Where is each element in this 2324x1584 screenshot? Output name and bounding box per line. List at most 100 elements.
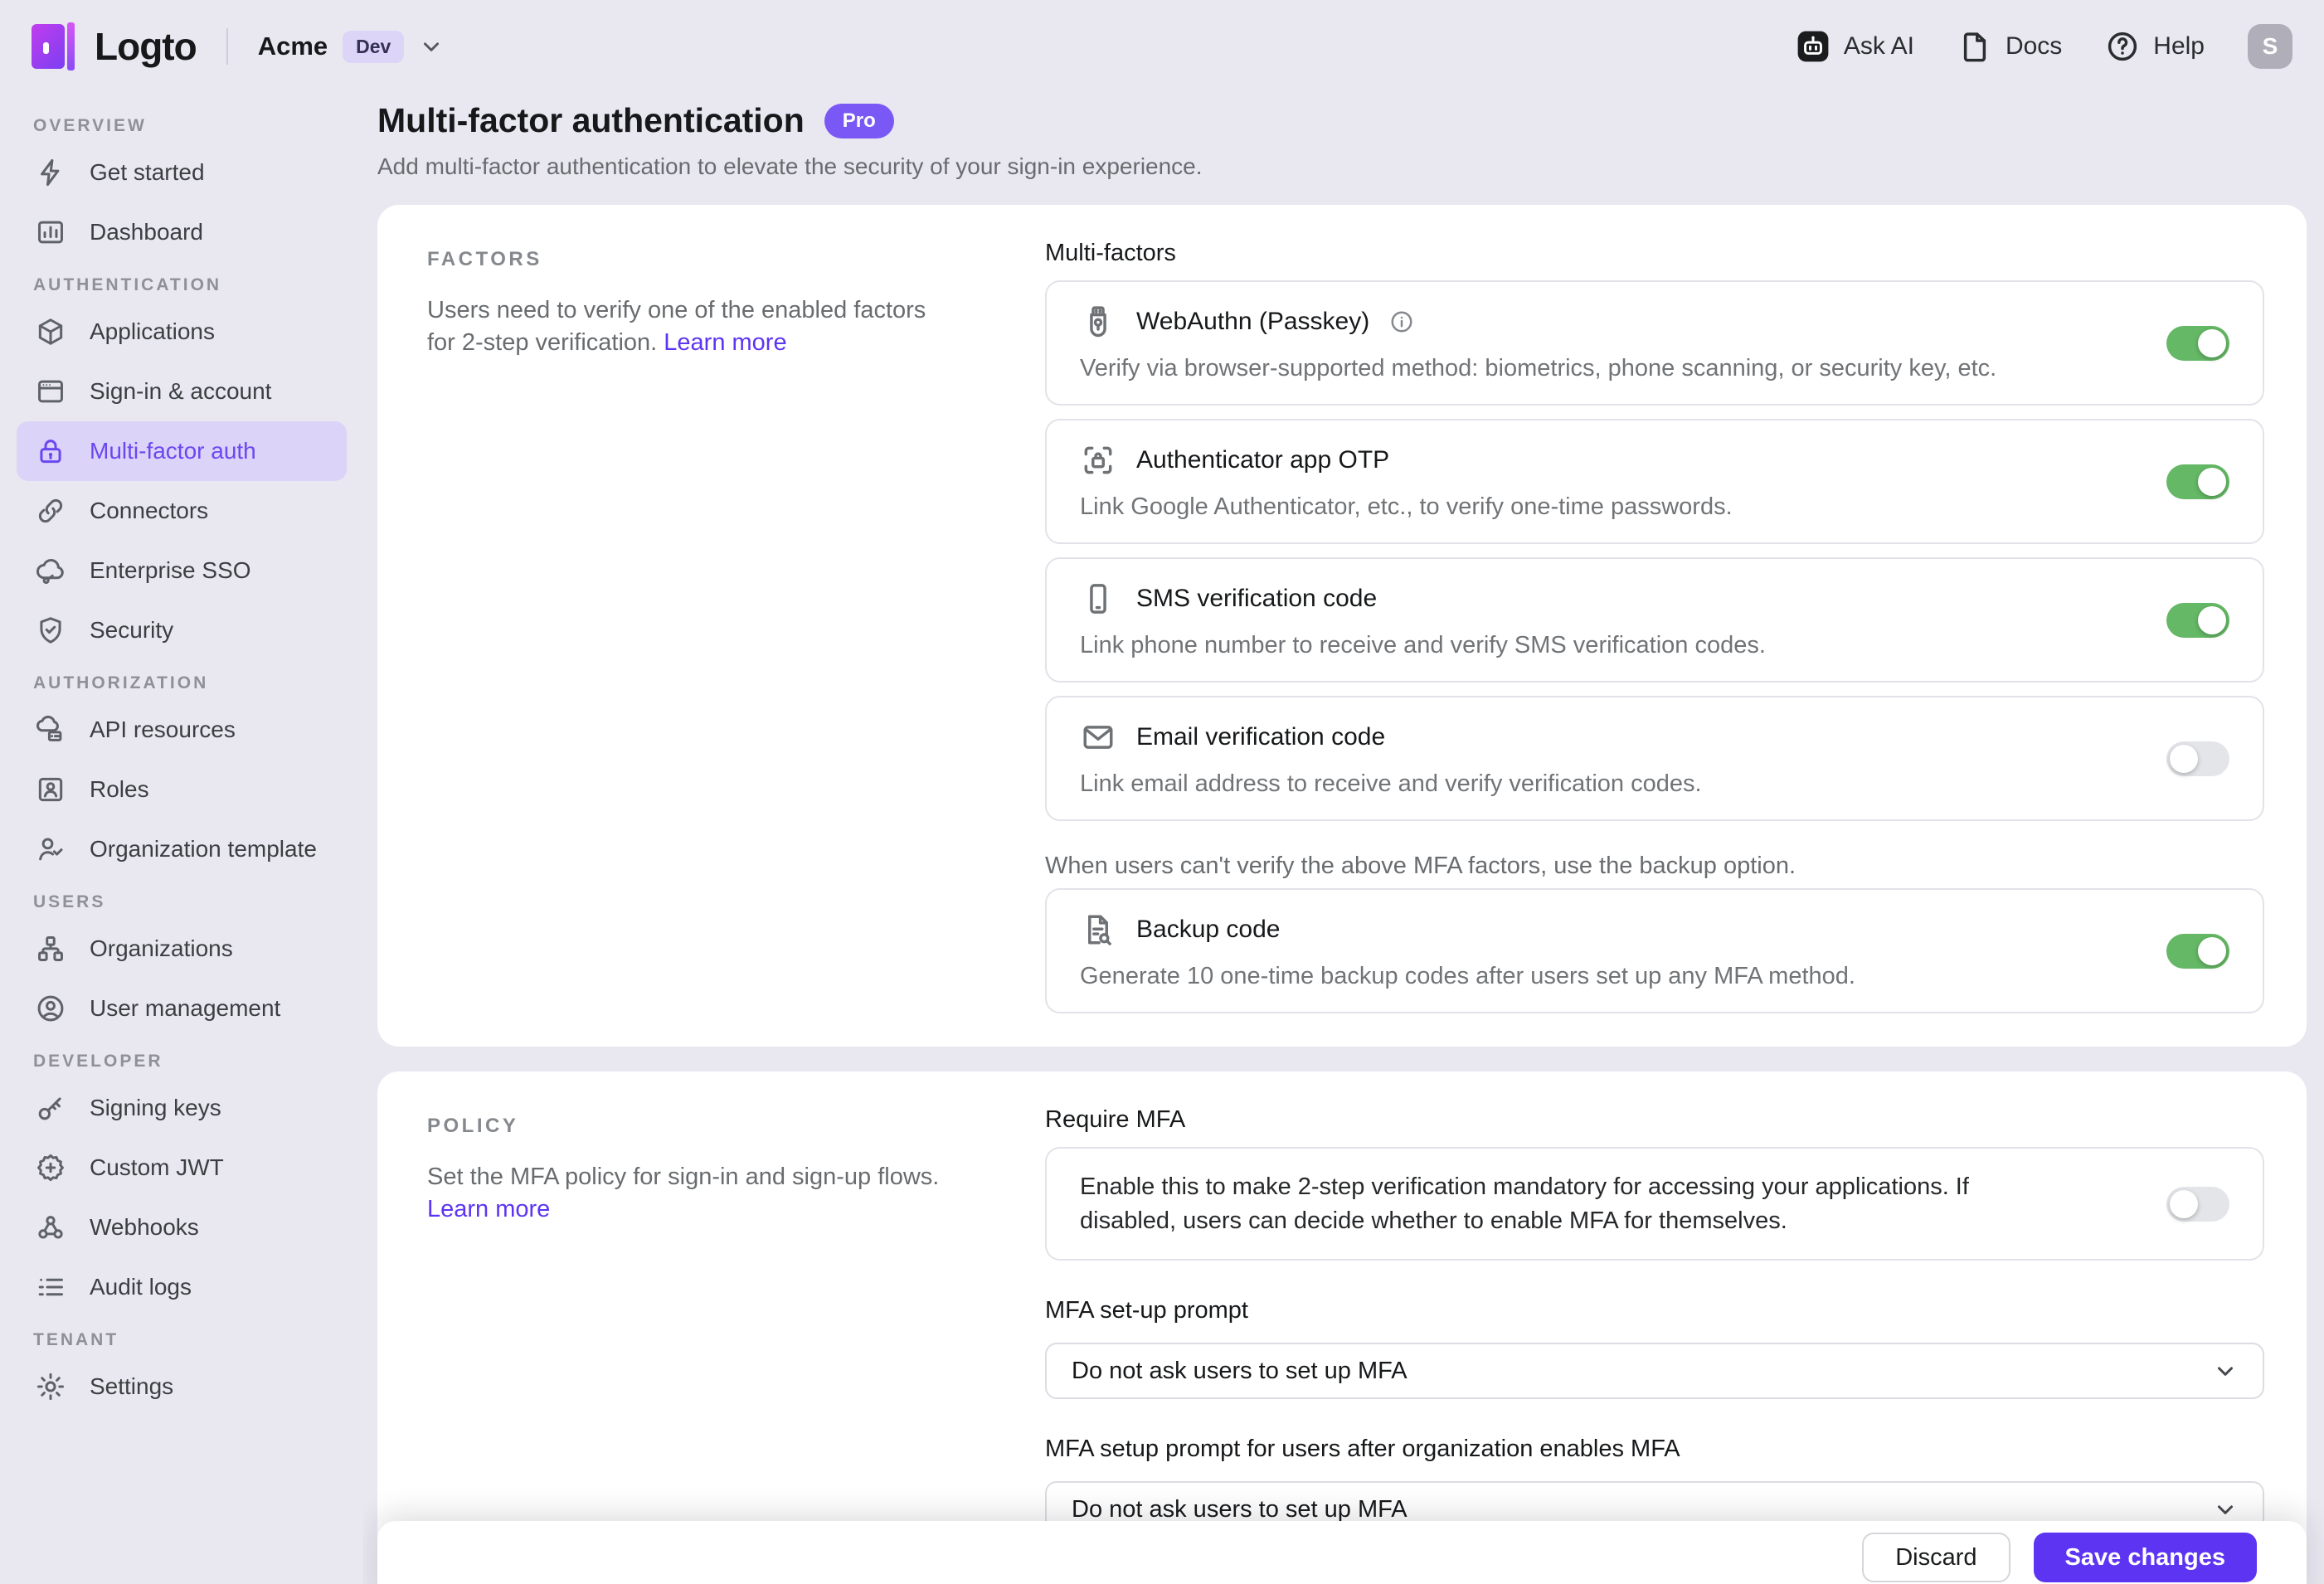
- logto-logo-icon: [32, 22, 75, 70]
- list-icon: [35, 1271, 66, 1303]
- factor-title: Backup code: [1136, 916, 1280, 944]
- require-mfa-label: Require MFA: [1045, 1106, 2264, 1134]
- authenticator-otp-toggle[interactable]: [2166, 464, 2229, 499]
- sidebar-item-applications[interactable]: Applications: [17, 302, 347, 362]
- tenant-selector[interactable]: Acme Dev: [226, 28, 445, 65]
- sidebar-item-sign-in-account[interactable]: Sign-in & account: [17, 362, 347, 421]
- sidebar-item-audit-logs[interactable]: Audit logs: [17, 1257, 347, 1317]
- section-users: USERS: [33, 892, 363, 912]
- pro-badge: Pro: [824, 104, 894, 138]
- backup-code-toggle[interactable]: [2166, 934, 2229, 969]
- section-authorization: AUTHORIZATION: [33, 673, 363, 693]
- discard-button[interactable]: Discard: [1862, 1533, 2010, 1582]
- tenant-name: Acme: [258, 32, 328, 61]
- sidebar-item-user-management[interactable]: User management: [17, 979, 347, 1038]
- factor-title: SMS verification code: [1136, 585, 1377, 613]
- help-button[interactable]: Help: [2105, 29, 2205, 64]
- person-card-icon: [35, 774, 66, 805]
- require-mfa-desc: Enable this to make 2-step verification …: [1080, 1170, 2133, 1237]
- user-circle-icon: [35, 993, 66, 1024]
- ask-ai-button[interactable]: Ask AI: [1796, 29, 1914, 64]
- sidebar-item-settings[interactable]: Settings: [17, 1357, 347, 1416]
- chevron-down-icon: [2213, 1358, 2238, 1383]
- factor-row-backup-code: Backup code Generate 10 one-time backup …: [1045, 888, 2264, 1013]
- sidebar-item-multi-factor-auth[interactable]: Multi-factor auth: [17, 421, 347, 481]
- webauthn-toggle[interactable]: [2166, 326, 2229, 361]
- sidebar-item-signing-keys[interactable]: Signing keys: [17, 1078, 347, 1138]
- mfa-org-prompt-label: MFA setup prompt for users after organiz…: [1045, 1436, 2264, 1463]
- gear-icon: [35, 1371, 66, 1402]
- multi-factors-label: Multi-factors: [1045, 240, 2264, 267]
- factor-row-email: Email verification code Link email addre…: [1045, 696, 2264, 821]
- save-changes-button[interactable]: Save changes: [2034, 1533, 2257, 1582]
- seal-plus-icon: [35, 1152, 66, 1183]
- org-chart-icon: [35, 933, 66, 964]
- divider: [226, 28, 228, 65]
- phone-icon: [1080, 581, 1116, 617]
- factor-title: Email verification code: [1136, 723, 1385, 751]
- person-check-icon: [35, 833, 66, 865]
- section-overview: OVERVIEW: [33, 116, 363, 136]
- factor-row-authenticator-otp: Authenticator app OTP Link Google Authen…: [1045, 419, 2264, 544]
- bar-chart-icon: [35, 216, 66, 248]
- factors-section-desc: Users need to verify one of the enabled …: [427, 294, 946, 359]
- avatar[interactable]: S: [2248, 24, 2292, 69]
- browser-icon: [35, 376, 66, 407]
- selected-option: Do not ask users to set up MFA: [1072, 1496, 1408, 1523]
- sidebar-item-roles[interactable]: Roles: [17, 760, 347, 819]
- mail-icon: [1080, 719, 1116, 756]
- sidebar: OVERVIEW Get started Dashboard AUTHENTIC…: [0, 93, 363, 1584]
- email-toggle[interactable]: [2166, 741, 2229, 776]
- question-circle-icon: [2105, 29, 2140, 64]
- policy-section-desc: Set the MFA policy for sign-in and sign-…: [427, 1161, 946, 1226]
- factor-row-sms: SMS verification code Link phone number …: [1045, 557, 2264, 683]
- sidebar-item-organization-template[interactable]: Organization template: [17, 819, 347, 879]
- page-title: Multi-factor authentication: [377, 101, 805, 140]
- ask-ai-label: Ask AI: [1844, 32, 1914, 61]
- sms-toggle[interactable]: [2166, 603, 2229, 638]
- factor-desc: Link phone number to receive and verify …: [1080, 632, 2133, 659]
- backup-code-icon: [1080, 911, 1116, 948]
- sidebar-item-get-started[interactable]: Get started: [17, 143, 347, 202]
- factor-desc: Generate 10 one-time backup codes after …: [1080, 963, 2133, 990]
- sidebar-item-webhooks[interactable]: Webhooks: [17, 1198, 347, 1257]
- cloud-icon: [35, 555, 66, 586]
- factor-title: WebAuthn (Passkey): [1136, 308, 1369, 336]
- factors-section-label: FACTORS: [427, 248, 946, 271]
- cube-icon: [35, 316, 66, 347]
- passkey-icon: [1080, 304, 1116, 340]
- cloud-server-icon: [35, 714, 66, 746]
- factor-desc: Verify via browser-supported method: bio…: [1080, 355, 2133, 382]
- factor-title: Authenticator app OTP: [1136, 446, 1389, 474]
- ask-ai-robot-icon: [1796, 29, 1831, 64]
- docs-button[interactable]: Docs: [1957, 29, 2062, 64]
- shield-check-icon: [35, 615, 66, 646]
- logo-text: Logto: [95, 24, 197, 69]
- info-icon[interactable]: [1389, 309, 1414, 334]
- save-action-bar: Discard Save changes: [377, 1521, 2307, 1584]
- factors-card: FACTORS Users need to verify one of the …: [377, 205, 2307, 1047]
- policy-learn-more-link[interactable]: Learn more: [427, 1196, 550, 1222]
- sidebar-item-api-resources[interactable]: API resources: [17, 700, 347, 760]
- logo[interactable]: Logto: [32, 22, 197, 70]
- require-mfa-toggle[interactable]: [2166, 1187, 2229, 1222]
- mfa-setup-prompt-select[interactable]: Do not ask users to set up MFA: [1045, 1343, 2264, 1399]
- webhook-icon: [35, 1212, 66, 1243]
- bolt-icon: [35, 157, 66, 188]
- sidebar-item-connectors[interactable]: Connectors: [17, 481, 347, 541]
- section-developer: DEVELOPER: [33, 1052, 363, 1071]
- help-label: Help: [2153, 32, 2205, 61]
- require-mfa-row: Enable this to make 2-step verification …: [1045, 1147, 2264, 1261]
- factor-desc: Link Google Authenticator, etc., to veri…: [1080, 493, 2133, 521]
- page-subtitle: Add multi-factor authentication to eleva…: [377, 153, 2307, 180]
- factors-learn-more-link[interactable]: Learn more: [664, 329, 786, 356]
- link-icon: [35, 495, 66, 527]
- sidebar-item-custom-jwt[interactable]: Custom JWT: [17, 1138, 347, 1198]
- section-tenant: TENANT: [33, 1330, 363, 1350]
- lock-icon: [35, 435, 66, 467]
- sidebar-item-dashboard[interactable]: Dashboard: [17, 202, 347, 262]
- sidebar-item-organizations[interactable]: Organizations: [17, 919, 347, 979]
- sidebar-item-security[interactable]: Security: [17, 600, 347, 660]
- sidebar-item-enterprise-sso[interactable]: Enterprise SSO: [17, 541, 347, 600]
- factor-desc: Link email address to receive and verify…: [1080, 770, 2133, 798]
